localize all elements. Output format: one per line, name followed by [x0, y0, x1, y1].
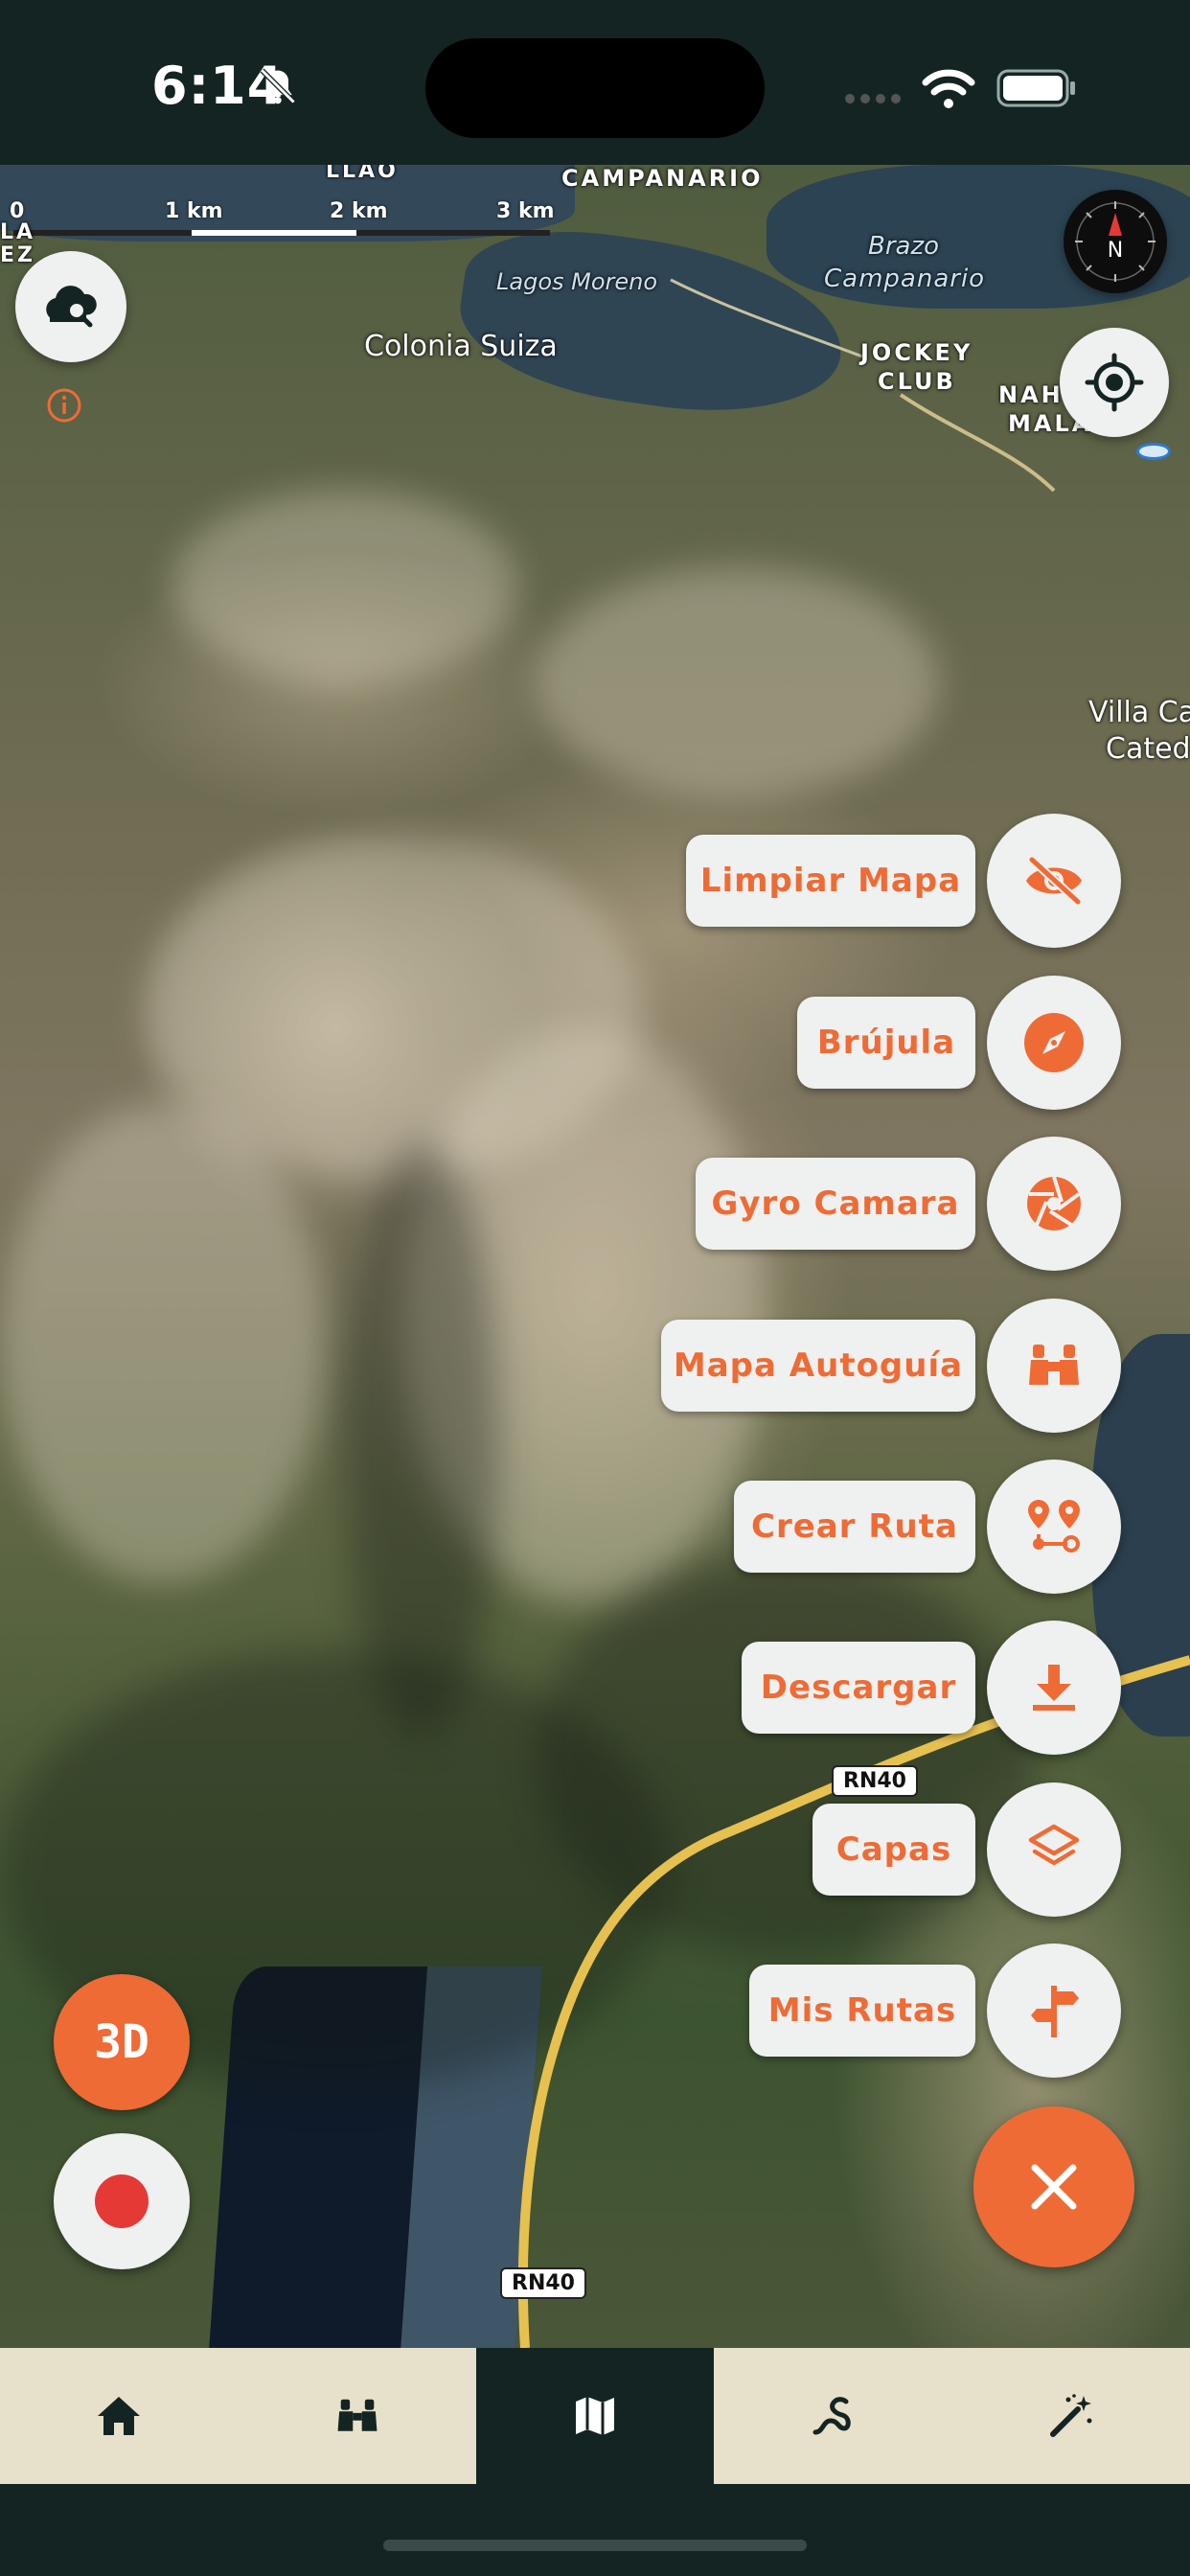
tab-home[interactable]	[0, 2348, 238, 2484]
water-label: Lagos Moreno	[496, 268, 658, 295]
bell-slash-icon	[260, 68, 296, 104]
cloud-search-icon	[46, 286, 97, 328]
clear-map-button[interactable]	[987, 814, 1121, 948]
layers-icon	[1028, 1824, 1080, 1866]
layers-button[interactable]	[987, 1782, 1121, 1917]
dynamic-island	[425, 38, 765, 138]
cellular-signal-icon	[845, 94, 901, 104]
record-button[interactable]	[54, 2133, 190, 2269]
gyro-camera-label[interactable]: Gyro Camara	[696, 1158, 975, 1250]
scale-segment	[13, 230, 192, 236]
scale-segment	[356, 230, 550, 236]
home-icon	[98, 2397, 141, 2435]
place-label: Cated	[1106, 732, 1190, 766]
layers-label[interactable]: Capas	[812, 1804, 975, 1896]
binoculars-icon	[1029, 1345, 1079, 1385]
tab-explore[interactable]	[238, 2348, 475, 2484]
place-label: LLAO	[326, 165, 399, 183]
scale-label: 1 km	[165, 199, 223, 223]
user-location-marker	[1136, 443, 1171, 460]
wifi-icon	[922, 69, 975, 108]
clear-map-label[interactable]: Limpiar Mapa	[686, 835, 975, 927]
water-label: Campanario	[824, 264, 986, 293]
compass-icon	[1024, 1013, 1084, 1072]
3d-toggle-button[interactable]: 3D	[54, 1974, 190, 2110]
my-routes-label[interactable]: Mis Rutas	[749, 1965, 975, 2057]
place-label: EZ	[0, 243, 35, 267]
compass-letter: N	[1108, 239, 1123, 263]
compass-rose-icon: N	[1075, 201, 1156, 282]
battery-icon	[996, 69, 1075, 107]
place-label: LA	[0, 220, 36, 244]
crosshair-icon	[1085, 353, 1144, 412]
close-menu-button[interactable]	[973, 2106, 1134, 2267]
road-badge: RN40	[832, 1765, 918, 1797]
locate-me-button[interactable]	[1060, 328, 1169, 437]
my-routes-button[interactable]	[987, 1944, 1121, 2078]
status-bar: 6:14	[0, 0, 1190, 165]
scale-label: 2 km	[330, 199, 388, 223]
offline-search-button[interactable]	[15, 251, 126, 362]
download-button[interactable]	[987, 1621, 1121, 1755]
gyro-camera-button[interactable]	[987, 1137, 1121, 1271]
place-label: CLUB	[878, 368, 956, 395]
compass-action-button[interactable]	[987, 976, 1121, 1110]
tab-magic[interactable]	[952, 2348, 1190, 2484]
map-scale: 0 1 km 2 km 3 km	[0, 172, 575, 236]
route-pins-icon	[1028, 1500, 1080, 1552]
download-label[interactable]: Descargar	[742, 1642, 975, 1734]
binoculars-icon	[337, 2399, 378, 2431]
home-indicator[interactable]	[383, 2540, 807, 2551]
close-icon	[1031, 2164, 1077, 2210]
scale-label: 3 km	[496, 199, 555, 223]
road-badge: RN40	[500, 2267, 586, 2299]
signpost-icon	[1031, 1986, 1079, 2037]
place-label: Villa Ca	[1088, 696, 1190, 729]
download-icon	[1033, 1665, 1075, 1711]
magic-wand-icon	[1049, 2394, 1092, 2437]
tab-trails[interactable]	[714, 2348, 951, 2484]
self-guided-map-button[interactable]	[987, 1299, 1121, 1433]
water-label: Brazo	[868, 232, 940, 261]
tab-map[interactable]	[475, 2348, 715, 2484]
record-dot-icon	[95, 2174, 149, 2228]
place-label: Colonia Suiza	[364, 330, 558, 363]
info-icon[interactable]	[46, 387, 82, 424]
place-label: CAMPANARIO	[561, 165, 764, 192]
map-icon	[575, 2397, 614, 2435]
compass-button[interactable]: N	[1064, 190, 1167, 293]
self-guided-map-label[interactable]: Mapa Autoguía	[661, 1320, 975, 1412]
place-label: JOCKEY	[860, 339, 973, 366]
tab-bar	[0, 2348, 1190, 2484]
eye-slash-icon	[1026, 855, 1083, 907]
trail-icon	[812, 2397, 852, 2435]
create-route-button[interactable]	[987, 1460, 1121, 1594]
home-indicator-area	[0, 2484, 1190, 2576]
place-label: NAH	[998, 381, 1064, 408]
create-route-label[interactable]: Crear Ruta	[734, 1481, 975, 1573]
compass-label[interactable]: Brújula	[797, 997, 975, 1089]
aperture-icon	[1027, 1176, 1081, 1230]
